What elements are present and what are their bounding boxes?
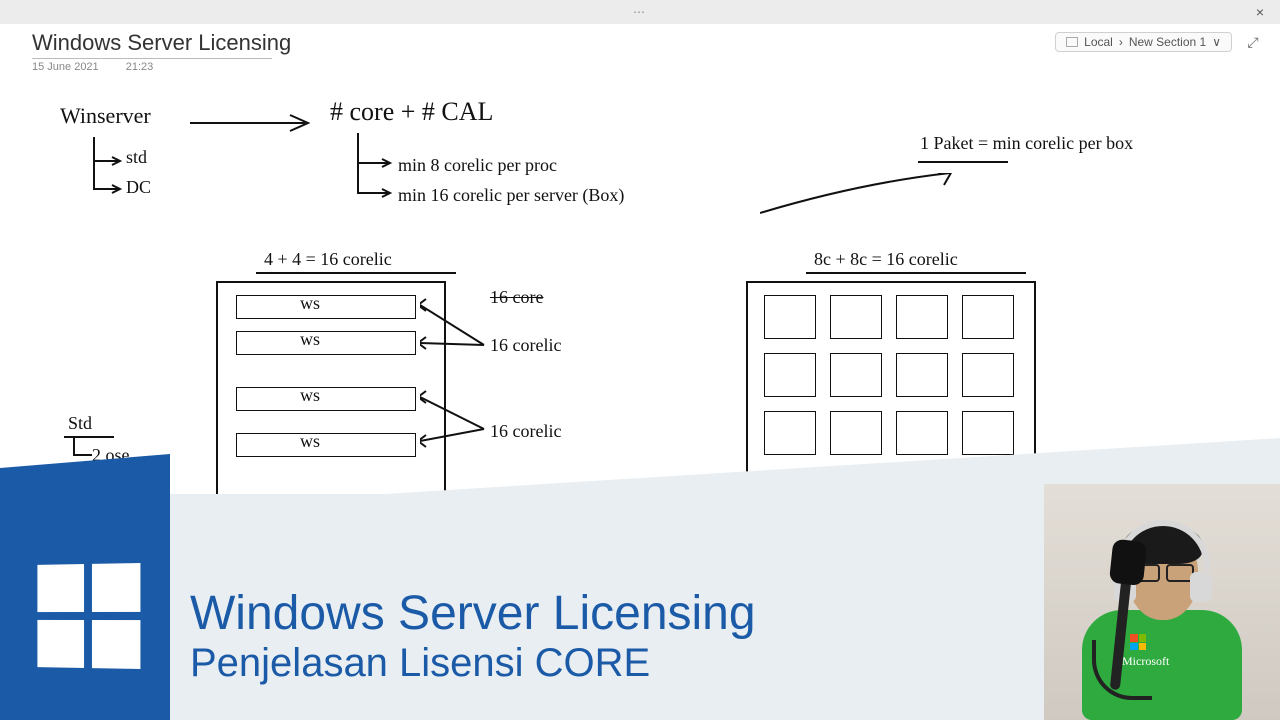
- ink-slot: [236, 387, 416, 411]
- arrow-icon: [760, 173, 960, 223]
- ink-text-dc: DC: [126, 177, 151, 198]
- arrow-icon: [190, 113, 320, 133]
- ink-text-16corelic: 16 corelic: [490, 335, 561, 356]
- underline-icon: [806, 271, 1026, 275]
- fullscreen-button[interactable]: ⤢: [1244, 33, 1262, 51]
- ink-cell: [764, 353, 816, 397]
- presenter-avatar: [1072, 520, 1252, 720]
- ink-text-std: std: [126, 147, 147, 168]
- underline-icon: [918, 159, 1008, 165]
- page-title[interactable]: Windows Server Licensing: [32, 30, 291, 58]
- page-date: 15 June 2021: [32, 61, 99, 73]
- page-meta: 15 June 2021 21:23: [32, 61, 291, 73]
- ink-cell: [962, 353, 1014, 397]
- close-button[interactable]: ×: [1240, 4, 1280, 20]
- windows-logo-icon: [37, 563, 140, 669]
- ink-text-std-note: Std: [68, 413, 92, 434]
- notebook-breadcrumb[interactable]: Local › New Section 1 ∨: [1055, 32, 1232, 52]
- window-titlebar: ⋯ ×: [0, 0, 1280, 24]
- ink-cell: [896, 353, 948, 397]
- breadcrumb-section: New Section 1: [1129, 35, 1206, 49]
- ink-slot: [236, 331, 416, 355]
- overlay-title: Windows Server Licensing: [190, 586, 756, 641]
- ink-text-min16: min 16 corelic per server (Box): [398, 185, 624, 206]
- ink-text-min8: min 8 corelic per proc: [398, 155, 557, 176]
- page-time: 21:23: [126, 61, 154, 73]
- breadcrumb-sep: ›: [1119, 35, 1123, 49]
- ink-cell: [962, 295, 1014, 339]
- overlay-subtitle: Penjelasan Lisensi CORE: [190, 641, 756, 686]
- ink-text-left-eq: 4 + 4 = 16 corelic: [264, 249, 392, 270]
- page-header: Windows Server Licensing 15 June 2021 21…: [0, 24, 1280, 73]
- ink-text-ws: ws: [300, 385, 320, 406]
- ink-text-winserver: Winserver: [60, 103, 151, 129]
- ink-text-ws: ws: [300, 329, 320, 350]
- video-overlay: Windows Server Licensing Penjelasan Lise…: [0, 494, 1280, 720]
- ink-cell: [830, 353, 882, 397]
- notebook-icon: [1066, 37, 1078, 47]
- branch-arrow-icon: [350, 133, 396, 213]
- ink-cell: [896, 295, 948, 339]
- ink-text-core-cal: # core + # CAL: [330, 97, 493, 127]
- ink-text-right-eq: 8c + 8c = 16 corelic: [814, 249, 958, 270]
- webcam-frame: [1044, 484, 1280, 720]
- breadcrumb-root: Local: [1084, 35, 1113, 49]
- chevron-down-icon: ∨: [1212, 35, 1221, 49]
- ink-slot: [236, 295, 416, 319]
- ink-text-paket: 1 Paket = min corelic per box: [920, 133, 1133, 154]
- title-underline: [32, 58, 272, 59]
- branch-arrow-icon: [88, 137, 128, 207]
- ink-cell: [764, 295, 816, 339]
- drag-handle-icon[interactable]: ⋯: [633, 5, 647, 19]
- ink-text-ws: ws: [300, 293, 320, 314]
- underline-icon: [256, 271, 456, 275]
- ink-cell: [830, 295, 882, 339]
